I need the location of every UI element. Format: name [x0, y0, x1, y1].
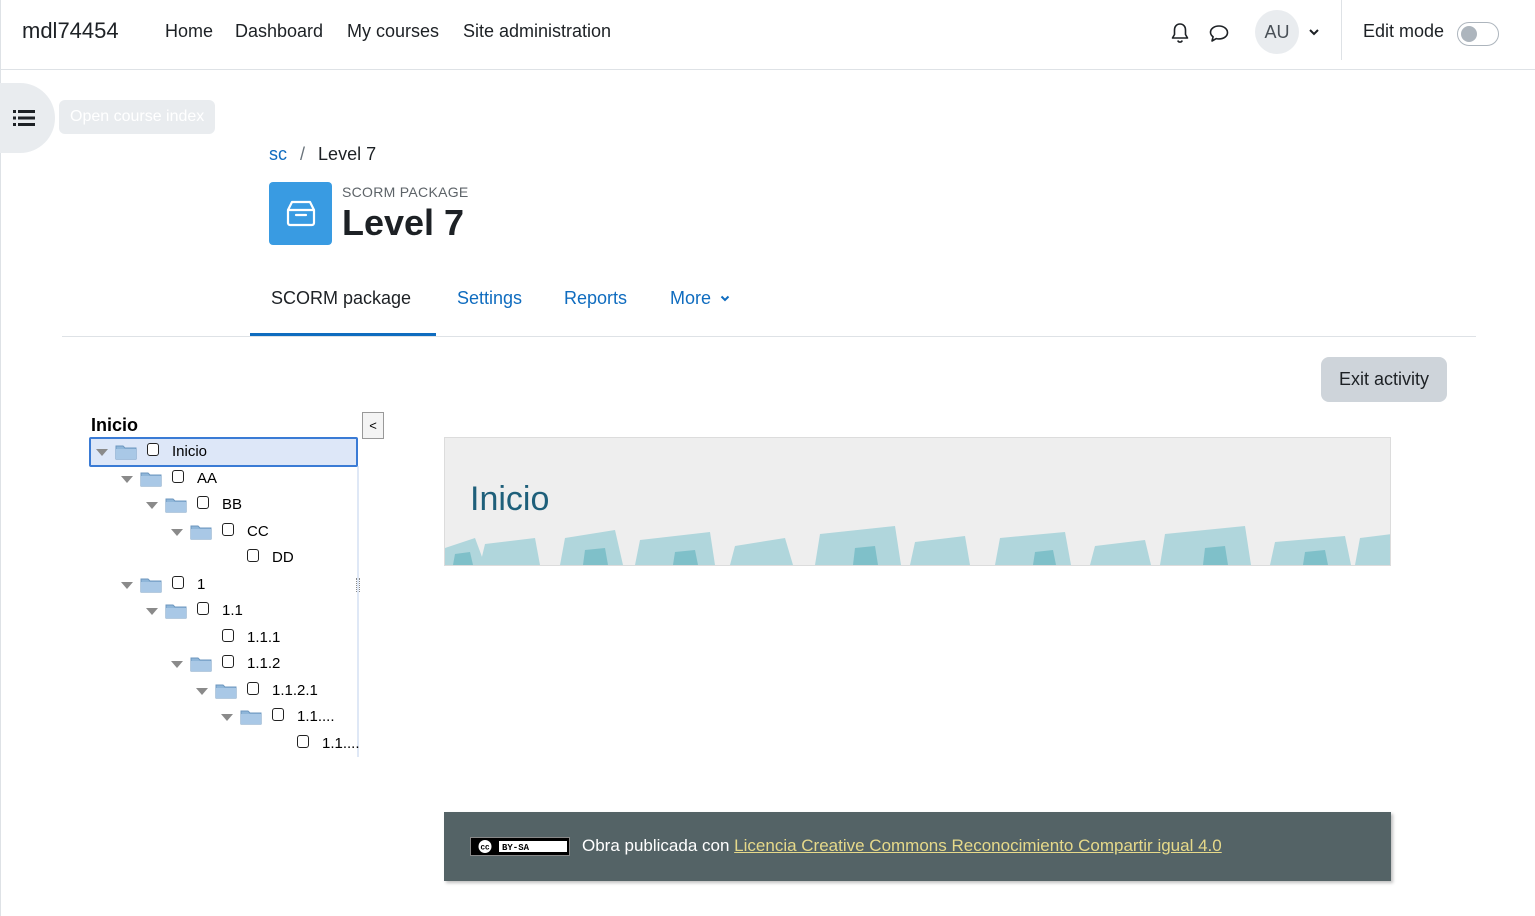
folder-icon — [190, 657, 212, 672]
folder-icon — [140, 472, 162, 487]
status-checkbox-icon — [247, 549, 259, 562]
chevron-down-icon[interactable] — [1306, 24, 1322, 40]
tab-settings[interactable]: Settings — [457, 288, 522, 309]
message-icon[interactable] — [1206, 20, 1232, 46]
status-checkbox-icon — [172, 470, 184, 483]
tab-reports[interactable]: Reports — [564, 288, 627, 309]
edit-mode-label: Edit mode — [1363, 21, 1445, 41]
toc-item-label[interactable]: BB — [222, 496, 242, 513]
user-avatar[interactable]: AU — [1255, 10, 1299, 54]
toc-item-label[interactable]: AA — [197, 470, 217, 487]
expand-toggle-icon[interactable] — [121, 582, 133, 589]
breadcrumb-separator: / — [300, 144, 306, 164]
svg-text:cc: cc — [481, 843, 490, 852]
navbar-divider — [1341, 0, 1342, 60]
top-navbar: mdl74454 Home Dashboard My courses Site … — [1, 0, 1535, 70]
scorm-activity-icon — [269, 182, 332, 245]
open-course-index-button[interactable] — [0, 83, 55, 153]
package-icon — [286, 200, 316, 227]
toc-item-label[interactable]: Inicio — [172, 443, 207, 460]
folder-icon — [240, 710, 262, 725]
scorm-content-banner: Inicio — [444, 437, 1391, 566]
cc-license-badge[interactable]: cc BY-SA — [470, 837, 570, 856]
status-checkbox-icon — [272, 708, 284, 721]
toc-item-label[interactable]: CC — [247, 523, 269, 540]
status-checkbox-icon — [222, 655, 234, 668]
expand-toggle-icon[interactable] — [171, 529, 183, 536]
chevron-down-icon — [720, 295, 730, 302]
nav-dashboard[interactable]: Dashboard — [235, 21, 323, 42]
toc-item-label[interactable]: 1.1.1 — [247, 629, 280, 646]
creative-commons-icon: cc BY-SA — [472, 839, 568, 854]
cc-badge-text: BY-SA — [502, 843, 530, 853]
tab-more[interactable]: More — [670, 288, 731, 309]
banner-title: Inicio — [470, 480, 550, 518]
footer-text: Obra publicada con Licencia Creative Com… — [582, 836, 1222, 856]
breadcrumb-current: Level 7 — [318, 144, 377, 164]
toc-resize-bar — [357, 466, 359, 757]
folder-icon — [140, 578, 162, 593]
folder-icon — [115, 445, 137, 460]
toc-resize-handle[interactable] — [356, 578, 360, 592]
toc-item-label[interactable]: 1.1.2.1 — [272, 682, 318, 699]
exit-activity-button[interactable]: Exit activity — [1321, 357, 1447, 402]
list-icon — [13, 110, 35, 126]
toc-heading: Inicio — [91, 415, 139, 435]
status-checkbox-icon — [197, 602, 209, 615]
status-checkbox-icon — [222, 523, 234, 536]
toc-item-label[interactable]: 1.1.2 — [247, 655, 280, 672]
toc-item-label[interactable]: 1.1 — [222, 602, 243, 619]
status-checkbox-icon — [247, 682, 259, 695]
toggle-knob — [1461, 26, 1477, 42]
site-brand[interactable]: mdl74454 — [22, 18, 119, 44]
expand-toggle-icon[interactable] — [221, 714, 233, 721]
edit-mode-toggle[interactable] — [1457, 22, 1499, 46]
expand-toggle-icon[interactable] — [96, 449, 108, 456]
tabs-divider — [62, 336, 1476, 337]
folder-icon — [165, 604, 187, 619]
status-checkbox-icon — [172, 576, 184, 589]
expand-toggle-icon[interactable] — [146, 502, 158, 509]
activity-type-label: SCORM PACKAGE — [342, 184, 469, 200]
tab-scorm-package[interactable]: SCORM package — [271, 288, 411, 309]
folder-icon — [215, 684, 237, 699]
toc-item-label[interactable]: 1.1.... — [297, 708, 335, 725]
toc-item-label[interactable]: DD — [272, 549, 294, 566]
breadcrumb: sc / Level 7 — [269, 144, 376, 165]
toc-item-label[interactable]: 1 — [197, 576, 205, 593]
tab-more-label: More — [670, 288, 712, 308]
bell-icon[interactable] — [1167, 20, 1193, 46]
nav-home[interactable]: Home — [165, 21, 213, 42]
folder-icon — [165, 498, 187, 513]
toc-collapse-button[interactable]: < — [362, 412, 384, 439]
expand-toggle-icon[interactable] — [121, 476, 133, 483]
banner-pattern — [445, 526, 1390, 565]
folder-icon — [190, 525, 212, 540]
page-title: Level 7 — [342, 202, 465, 243]
status-checkbox-icon — [147, 443, 159, 456]
nav-my-courses[interactable]: My courses — [347, 21, 439, 42]
breadcrumb-course-link[interactable]: sc — [269, 144, 287, 164]
license-footer: cc BY-SA Obra publicada con Licencia Cre… — [444, 812, 1391, 881]
status-checkbox-icon — [222, 629, 234, 642]
footer-prefix: Obra publicada con — [582, 836, 730, 855]
status-checkbox-icon — [197, 496, 209, 509]
status-checkbox-icon — [297, 735, 309, 748]
expand-toggle-icon[interactable] — [146, 608, 158, 615]
toc-item-label[interactable]: 1.1.... — [322, 735, 360, 752]
course-index-tooltip: Open course index — [59, 100, 216, 134]
nav-site-administration[interactable]: Site administration — [463, 21, 611, 42]
expand-toggle-icon[interactable] — [196, 688, 208, 695]
expand-toggle-icon[interactable] — [171, 661, 183, 668]
license-link[interactable]: Licencia Creative Commons Reconocimiento… — [734, 836, 1222, 855]
